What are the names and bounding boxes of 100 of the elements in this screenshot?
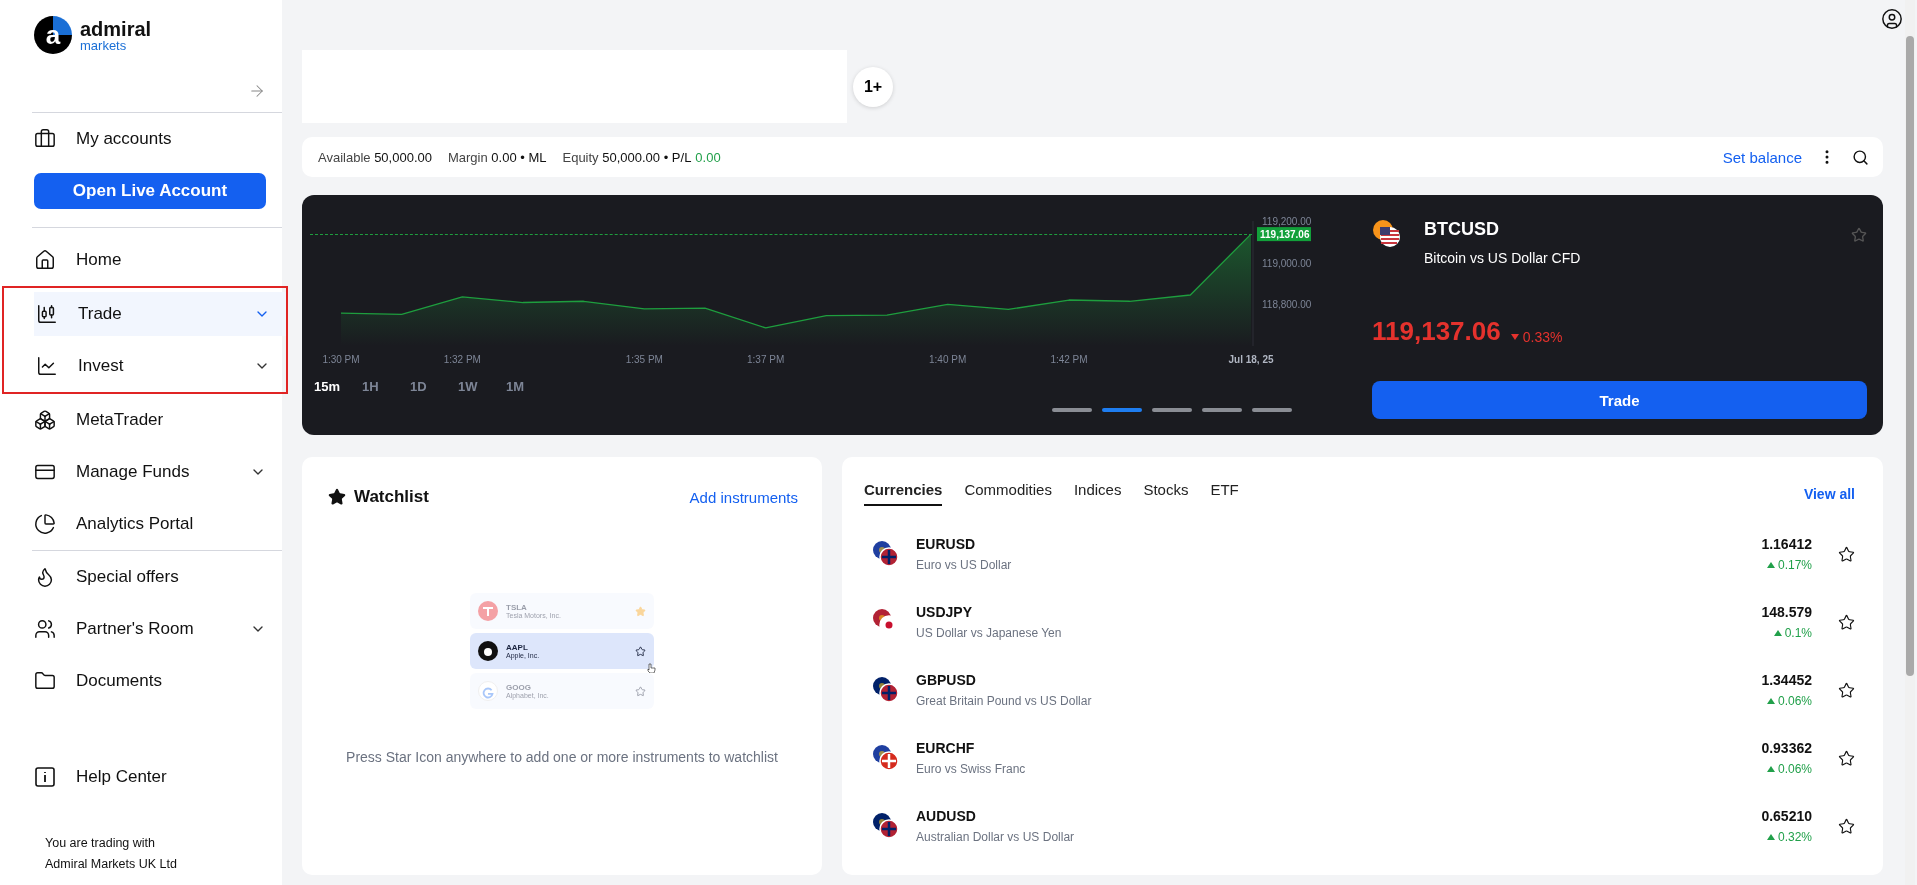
instrument-price: 119,137.06 — [1372, 316, 1501, 347]
instrument-symbol: EURUSD — [916, 536, 977, 552]
my-accounts-item[interactable]: My accounts — [32, 113, 282, 165]
footer-text: Admiral Markets UK Ltd — [45, 857, 178, 871]
sample-symbol: AAPL — [506, 643, 529, 652]
x-axis-label: 1:40 PM — [929, 354, 967, 365]
sample-symbol: GOOG — [506, 683, 532, 692]
nav-item[interactable]: Manage Funds — [32, 446, 282, 498]
logo-mark: a — [34, 16, 72, 54]
view-all-link[interactable]: View all — [1803, 485, 1855, 502]
instrument-symbol: BTCUSD — [1424, 219, 1500, 240]
folder-icon — [34, 670, 56, 692]
star-icon — [328, 488, 346, 506]
instrument-price: 0.65210 — [1761, 808, 1812, 824]
price-change: 0.1% — [1773, 626, 1812, 640]
nav-item[interactable]: Home — [32, 234, 282, 286]
market-tab[interactable]: Commodities — [964, 481, 1052, 506]
price-change: 0.06% — [1766, 762, 1812, 776]
x-axis-label: 1:35 PM — [625, 354, 663, 365]
nav-item[interactable]: Trade — [34, 292, 286, 336]
line-chart-icon — [36, 355, 58, 377]
trade-button[interactable]: Trade — [1372, 381, 1867, 419]
timeframe-tab[interactable]: 1D — [410, 379, 450, 394]
account-stat: Available 50,000.00 — [318, 149, 432, 165]
nav-item[interactable]: Invest — [34, 340, 286, 392]
market-tab[interactable]: Indices — [1073, 481, 1122, 506]
help-center-item[interactable]: Help Center — [32, 751, 282, 803]
pie-chart-icon — [34, 513, 56, 535]
instrument-name: Australian Dollar vs US Dollar — [916, 830, 1076, 844]
x-axis-label: 1:37 PM — [747, 354, 785, 365]
star-icon[interactable] — [1838, 613, 1855, 631]
instrument-name: Great Britain Pound vs US Dollar — [916, 694, 1093, 708]
instrument-name: US Dollar vs Japanese Yen — [916, 626, 1063, 640]
up-triangle-icon — [1766, 562, 1775, 568]
instrument-price: 0.93362 — [1761, 740, 1812, 756]
logo-name: admiral — [80, 18, 152, 39]
footer-text: You are trading with — [45, 836, 157, 850]
star-icon[interactable] — [1838, 817, 1855, 835]
company-logo-icon — [478, 681, 498, 701]
candlestick-icon — [36, 303, 58, 325]
instrument-price: 148.579 — [1761, 604, 1812, 620]
instrument-row[interactable]: EURCHF Euro vs Swiss Franc 0.93362 0.06% — [872, 724, 1855, 792]
star-icon[interactable] — [1838, 545, 1855, 563]
instrument-symbol: USDJPY — [916, 604, 974, 620]
star-icon[interactable] — [1838, 749, 1855, 767]
price-change: 0.33% — [1510, 329, 1563, 345]
instrument-row[interactable]: USDJPY US Dollar vs Japanese Yen 148.579 0.1% — [872, 588, 1855, 656]
company-logo-icon — [478, 601, 498, 621]
star-icon[interactable] — [1851, 227, 1867, 243]
notification-badge[interactable]: 1+ — [853, 66, 893, 107]
x-axis-label: 1:30 PM — [322, 354, 360, 365]
y-axis-label: 119,200.00 — [1262, 216, 1312, 227]
bitcoin-dollar-icon — [1372, 219, 1402, 249]
instrument-row[interactable]: GBPUSD Great Britain Pound vs US Dollar 1.34452 0.06% — [872, 656, 1855, 724]
nav-item[interactable]: Analytics Portal — [32, 498, 282, 550]
nav-item[interactable]: MetaTrader — [32, 394, 282, 446]
add-instruments-link[interactable]: Add instruments — [689, 488, 798, 506]
boxes-icon — [34, 409, 56, 431]
open-live-account-button[interactable]: Open Live Account — [34, 173, 266, 209]
timeframe-tab[interactable]: 15m — [314, 379, 354, 394]
instrument-name: Euro vs US Dollar — [916, 558, 1013, 572]
market-tab[interactable]: Stocks — [1143, 481, 1189, 506]
instrument-row[interactable]: AUDUSD Australian Dollar vs US Dollar 0.65210 0.32% — [872, 792, 1855, 860]
info-icon — [34, 766, 56, 788]
instrument-price: 1.16412 — [1761, 536, 1812, 552]
currency-flags-icon — [872, 540, 900, 568]
watchlist-title: Watchlist — [354, 487, 430, 507]
logo-subtitle: markets — [80, 38, 128, 52]
star-icon[interactable] — [1838, 681, 1855, 699]
x-axis-label: Jul 18, 25 — [1228, 354, 1274, 365]
currency-flags-icon — [872, 744, 900, 772]
up-triangle-icon — [1773, 630, 1782, 636]
collapse-button[interactable] — [248, 82, 266, 100]
hand-cursor-icon — [647, 663, 656, 673]
market-tab[interactable]: ETF — [1210, 481, 1239, 506]
briefcase-icon — [34, 128, 56, 150]
up-triangle-icon — [1766, 766, 1775, 772]
instrument-symbol: GBPUSD — [916, 672, 977, 688]
set-balance-link[interactable]: Set balance — [1722, 148, 1802, 166]
up-triangle-icon — [1766, 698, 1775, 704]
star-icon — [635, 645, 646, 657]
instrument-row[interactable]: EURUSD Euro vs US Dollar 1.16412 0.17% — [872, 520, 1855, 588]
price-tag: 119,137.06 — [1257, 227, 1311, 242]
account-stat: Equity 50,000.00 • P/L — [562, 149, 692, 165]
sample-symbol: TSLA — [506, 603, 528, 612]
timeframe-tab[interactable]: 1W — [458, 379, 498, 394]
y-axis-label: 119,000.00 — [1262, 257, 1312, 269]
nav-item[interactable]: Partner's Room — [32, 603, 282, 655]
home-icon — [34, 249, 56, 271]
down-triangle-icon — [1510, 334, 1519, 340]
x-axis-label: 1:42 PM — [1050, 354, 1088, 365]
timeframe-tab[interactable]: 1H — [362, 379, 402, 394]
nav-item[interactable]: Special offers — [32, 551, 282, 603]
star-icon — [635, 605, 646, 617]
price-change: 0.06% — [1766, 694, 1812, 708]
market-tab[interactable]: Currencies — [864, 481, 943, 506]
nav-item[interactable]: Documents — [32, 655, 282, 707]
search-icon[interactable] — [1852, 148, 1869, 166]
timeframe-tab[interactable]: 1M — [506, 379, 546, 394]
company-logo-icon — [478, 641, 498, 661]
